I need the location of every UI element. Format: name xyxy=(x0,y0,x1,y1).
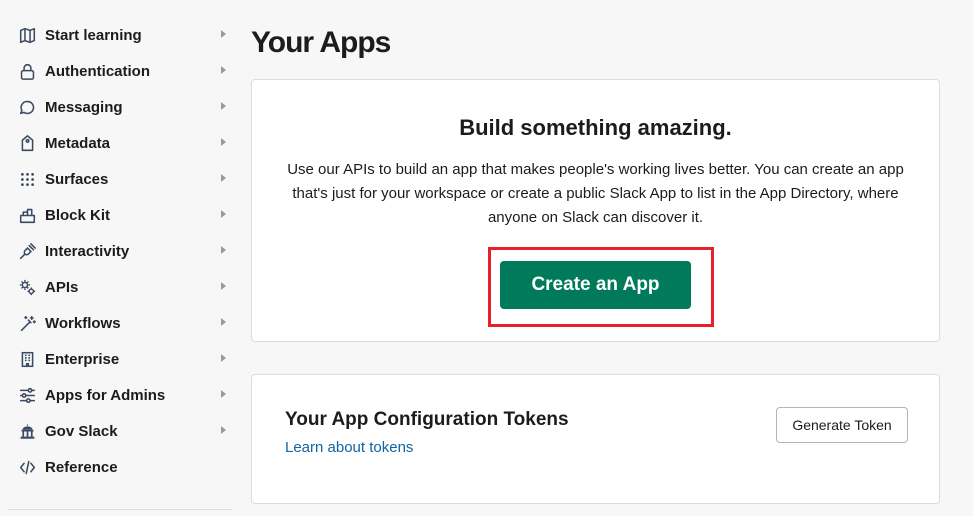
tokens-title: Your App Configuration Tokens xyxy=(285,409,569,430)
sidebar-item-reference[interactable]: Reference xyxy=(0,449,240,485)
magic-wand-icon xyxy=(17,313,37,333)
sidebar-item-label: Surfaces xyxy=(45,170,109,188)
sliders-icon xyxy=(17,385,37,405)
chevron-right-icon xyxy=(221,246,226,254)
message-icon xyxy=(17,97,37,117)
map-icon xyxy=(17,25,37,45)
sidebar-item-interactivity[interactable]: Interactivity xyxy=(0,233,240,269)
chevron-right-icon xyxy=(221,282,226,290)
chevron-right-icon xyxy=(221,210,226,218)
chevron-right-icon xyxy=(221,102,226,110)
sidebar-item-label: Messaging xyxy=(45,98,123,116)
gears-icon xyxy=(17,277,37,297)
sidebar-item-label: Start learning xyxy=(45,26,142,44)
grid-dots-icon xyxy=(17,169,37,189)
sidebar-item-label: Reference xyxy=(45,458,118,476)
chevron-right-icon xyxy=(221,66,226,74)
sidebar-item-block-kit[interactable]: Block Kit xyxy=(0,197,240,233)
sidebar-nav: Start learning Authentication Messaging … xyxy=(0,0,240,516)
page-title: Your Apps xyxy=(251,26,391,59)
hero-description: Use our APIs to build an app that makes … xyxy=(287,161,904,226)
sidebar-item-label: Interactivity xyxy=(45,242,130,260)
sidebar-item-label: Authentication xyxy=(45,62,150,80)
sidebar-item-apis[interactable]: APIs xyxy=(0,269,240,305)
sidebar-item-gov-slack[interactable]: Gov Slack xyxy=(0,413,240,449)
code-icon xyxy=(17,457,37,477)
sidebar-item-label: Workflows xyxy=(45,314,121,332)
sidebar-item-workflows[interactable]: Workflows xyxy=(0,305,240,341)
config-tokens-card: Your App Configuration Tokens Learn abou… xyxy=(251,374,940,504)
learn-about-tokens-link[interactable]: Learn about tokens xyxy=(285,439,413,456)
tag-icon xyxy=(17,133,37,153)
plug-icon xyxy=(17,241,37,261)
chevron-right-icon xyxy=(221,30,226,38)
sidebar-item-apps-for-admins[interactable]: Apps for Admins xyxy=(0,377,240,413)
sidebar-item-surfaces[interactable]: Surfaces xyxy=(0,161,240,197)
chevron-right-icon xyxy=(221,318,226,326)
sidebar-item-label: Apps for Admins xyxy=(45,386,166,404)
sidebar-item-start-learning[interactable]: Start learning xyxy=(0,17,240,53)
building-icon xyxy=(17,349,37,369)
hero-title: Build something amazing. xyxy=(459,115,732,140)
sidebar-item-messaging[interactable]: Messaging xyxy=(0,89,240,125)
sidebar-item-authentication[interactable]: Authentication xyxy=(0,53,240,89)
sidebar-item-label: Gov Slack xyxy=(45,422,118,440)
sidebar-divider xyxy=(8,509,232,510)
sidebar-item-label: APIs xyxy=(45,278,79,296)
sidebar-item-label: Enterprise xyxy=(45,350,120,368)
sidebar-item-label: Block Kit xyxy=(45,206,111,224)
chevron-right-icon xyxy=(221,390,226,398)
create-app-button[interactable]: Create an App xyxy=(500,261,691,309)
sidebar-item-metadata[interactable]: Metadata xyxy=(0,125,240,161)
sidebar-item-enterprise[interactable]: Enterprise xyxy=(0,341,240,377)
chevron-right-icon xyxy=(221,426,226,434)
chevron-right-icon xyxy=(221,354,226,362)
chevron-right-icon xyxy=(221,174,226,182)
government-building-icon xyxy=(17,421,37,441)
sidebar-item-label: Metadata xyxy=(45,134,111,152)
generate-token-button[interactable]: Generate Token xyxy=(776,407,908,443)
chevron-right-icon xyxy=(221,138,226,146)
build-app-card: Build something amazing. Use our APIs to… xyxy=(251,79,940,342)
lock-icon xyxy=(17,61,37,81)
blocks-icon xyxy=(17,205,37,225)
